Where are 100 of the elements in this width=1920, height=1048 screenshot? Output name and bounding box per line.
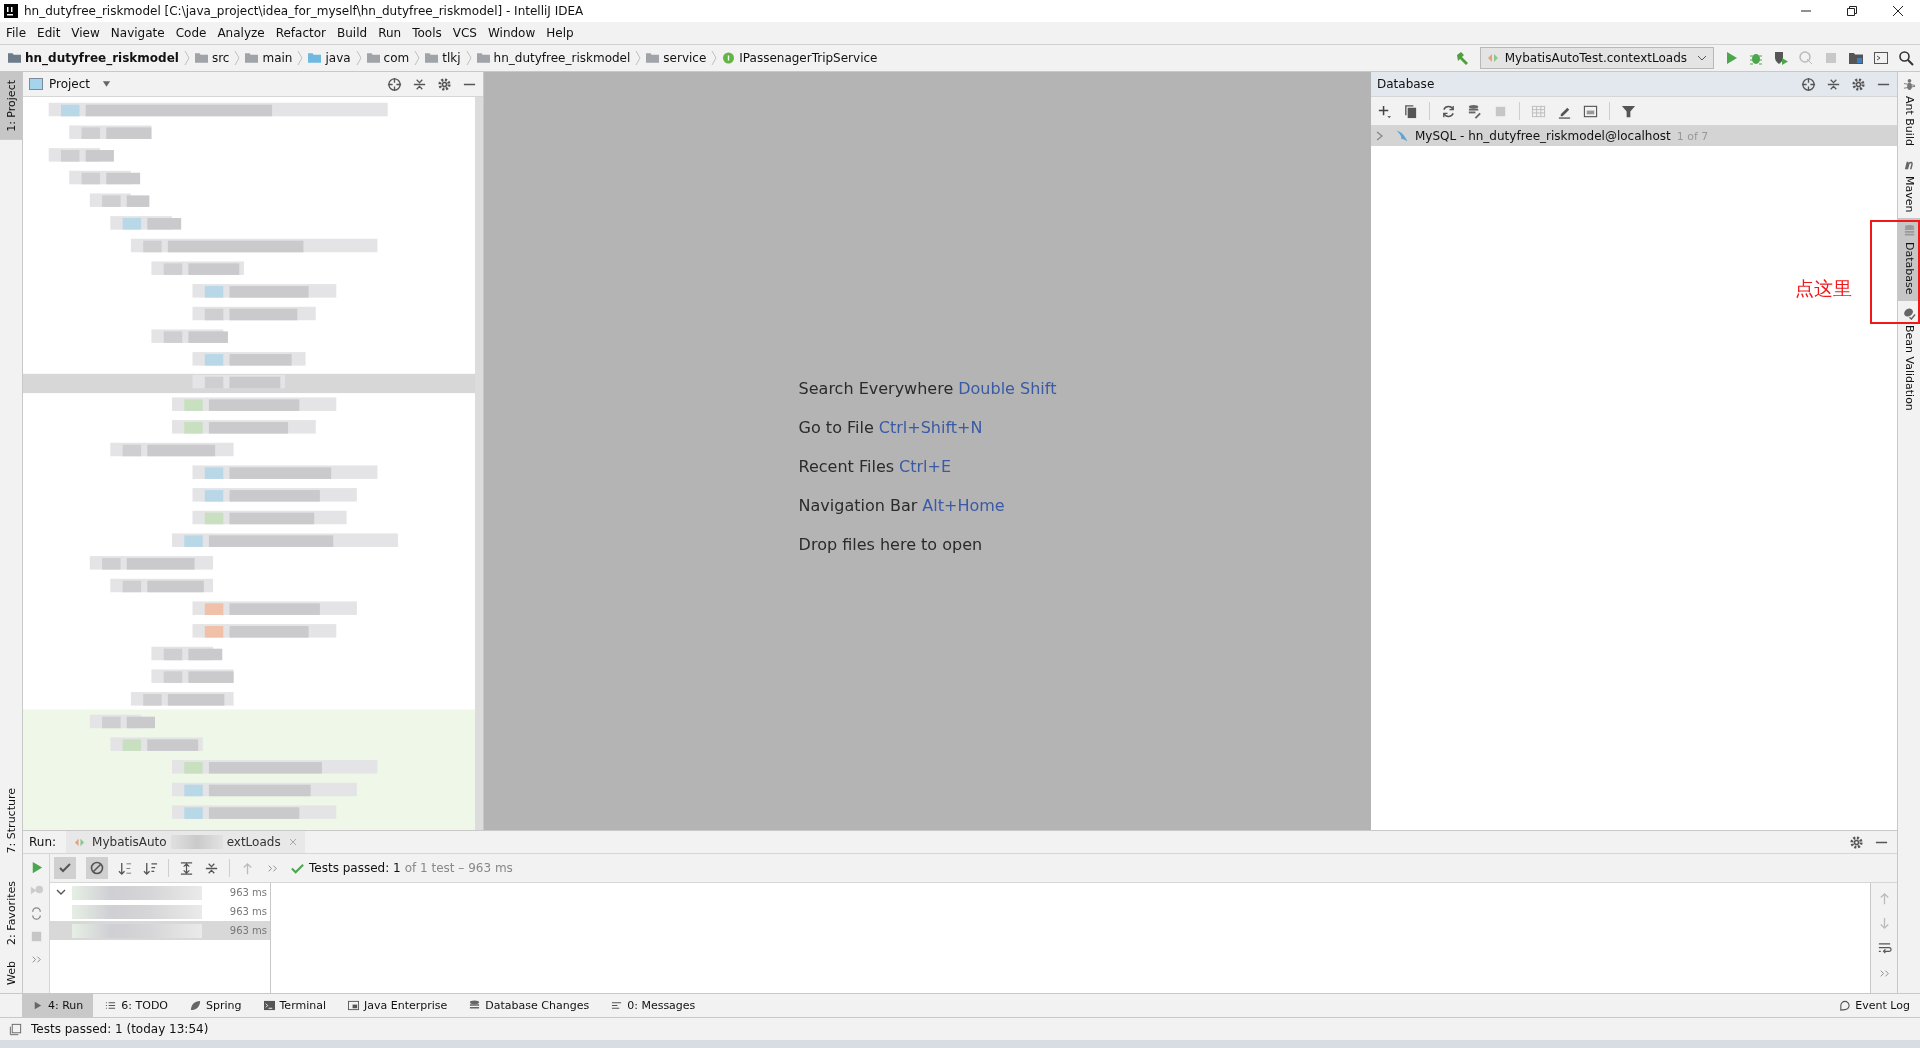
soft-wrap-icon[interactable] [1876,941,1892,956]
add-icon[interactable] [1377,103,1392,119]
terminal-window-icon[interactable] [1873,50,1889,66]
breadcrumb[interactable]: service [646,51,707,65]
speech-bubble-icon [1839,1000,1851,1011]
side-tab[interactable]: Ant Build [1898,72,1920,152]
menu-item[interactable]: Help [546,26,574,40]
event-log-button[interactable]: Event Log [1829,994,1920,1017]
tab-label: MybatisAuto [92,835,167,849]
coverage-icon[interactable] [1773,50,1789,66]
junit-icon [1486,52,1499,64]
side-tab[interactable]: Web [0,953,22,993]
side-tab[interactable]: Bean Validation [1898,300,1920,417]
breadcrumb[interactable]: hn_dutyfree_riskmodel [8,51,179,65]
editor-hint: Drop files here to open [798,534,984,554]
breadcrumb[interactable]: IPassenagerTripService [722,51,878,65]
panel-title-dropdown[interactable]: Project [29,77,112,91]
editor-hint: Search Everywhere Double Shift [798,378,1057,398]
menu-item[interactable]: Code [175,26,207,40]
database-tools-icon[interactable] [1467,103,1482,119]
tool-window-tab[interactable]: Java Enterprise [338,994,458,1017]
test-duration: 963 ms [229,925,267,936]
tab-label: Database [1902,242,1916,295]
dolphin-icon [1395,129,1409,143]
side-tab[interactable]: 7: Structure [0,779,22,862]
play-icon [32,1000,43,1011]
restore-icon[interactable] [1846,5,1858,17]
folder-icon [8,52,21,64]
locate-icon[interactable] [387,76,402,92]
menu-item[interactable]: VCS [452,26,477,40]
folder-icon [476,52,490,64]
copy-icon[interactable] [1403,103,1418,119]
window-title: hn_dutyfree_riskmodel [C:\java_project\idea_for_myself\hn_dutyfree_riskmodel] - IntelliJ IDEA [24,4,584,18]
hammer-icon[interactable] [1454,50,1471,66]
run-configuration-dropdown[interactable]: MybatisAutoTest.contextLoads [1479,47,1714,69]
separator-icon [355,50,362,66]
tab-label: extLoads [226,835,281,849]
tool-window-tab[interactable]: 6: TODO [95,994,178,1017]
search-icon[interactable] [1898,50,1914,66]
breadcrumb[interactable]: hn_dutyfree_riskmodel [476,51,631,65]
tool-window-tab[interactable]: 4: Run [22,994,94,1017]
menu-item[interactable]: Analyze [217,26,265,40]
breadcrumb[interactable]: tlkj [425,51,461,65]
menu-item[interactable]: View [71,26,100,40]
close-icon[interactable] [1892,5,1904,17]
menu-item[interactable]: Build [337,26,368,40]
tool-window-tab[interactable]: 0: Messages [601,994,706,1017]
tool-window-tab[interactable]: Spring [180,994,252,1017]
menu-item[interactable]: Edit [37,26,61,40]
breadcrumb[interactable]: main [245,51,293,65]
menu-item[interactable]: Run [378,26,402,40]
menu-item[interactable]: File [6,26,27,40]
interface-icon [722,52,736,64]
side-tab[interactable]: 1: Project [0,72,22,140]
app-logo-icon [4,4,18,18]
menu-item[interactable]: Navigate [110,26,165,40]
panel-title: Run: [29,835,57,849]
breadcrumb[interactable]: com [366,51,410,65]
sort-alpha-icon[interactable] [118,860,133,876]
menu-item[interactable]: Refactor [275,26,327,40]
test-duration: 963 ms [229,887,267,898]
settings-icon[interactable] [1851,76,1866,92]
annotation-text: 点这里 [1795,276,1852,301]
editor-hint: Navigation Bar Alt+Home [798,495,1006,515]
filter-icon[interactable] [1621,103,1636,119]
separator-icon [297,50,304,66]
refresh-icon[interactable] [1441,103,1456,119]
expand-chevron-icon[interactable] [56,888,66,897]
run-tab[interactable]: MybatisAuto extLoads [66,831,305,853]
show-passed-icon[interactable] [54,857,76,879]
tool-window-tab[interactable]: Database Changes [459,994,600,1017]
separator-icon [234,50,241,66]
locate-icon[interactable] [1801,76,1816,92]
expand-all-icon[interactable] [179,860,194,876]
tree-row[interactable]: MySQL - hn_dutyfree_riskmodel@localhost 1 of 7 [1371,126,1897,146]
console-icon[interactable] [1583,103,1598,119]
menu-item[interactable]: Tools [412,26,442,40]
project-structure-icon[interactable] [1848,50,1864,66]
breadcrumb[interactable]: java [308,51,351,65]
separator-icon [183,50,190,66]
schema-count: 1 of 7 [1676,129,1709,143]
breadcrumb[interactable]: src [194,51,230,65]
menu-item[interactable]: Window [487,26,536,40]
side-tab[interactable]: 2: Favorites [0,873,22,953]
tab-label: Ant Build [1902,96,1916,146]
scrollbar[interactable] [475,97,483,830]
folder-icon [194,52,208,64]
tool-window-tab[interactable]: Terminal [253,994,336,1017]
blurred-region [170,835,223,849]
settings-icon[interactable] [437,76,452,92]
side-tab[interactable]: Maven [1898,151,1920,219]
panel-toggle-icon[interactable] [8,1021,23,1037]
test-duration: 963 ms [229,906,267,917]
folder-icon [425,52,439,64]
junit-icon [74,836,86,848]
sort-duration-icon[interactable] [143,860,158,876]
status-message: Tests passed: 1 (today 13:54) [31,1022,209,1036]
show-ignored-icon[interactable] [86,857,108,879]
settings-icon[interactable] [1849,834,1864,850]
enterprise-icon [348,1000,359,1011]
